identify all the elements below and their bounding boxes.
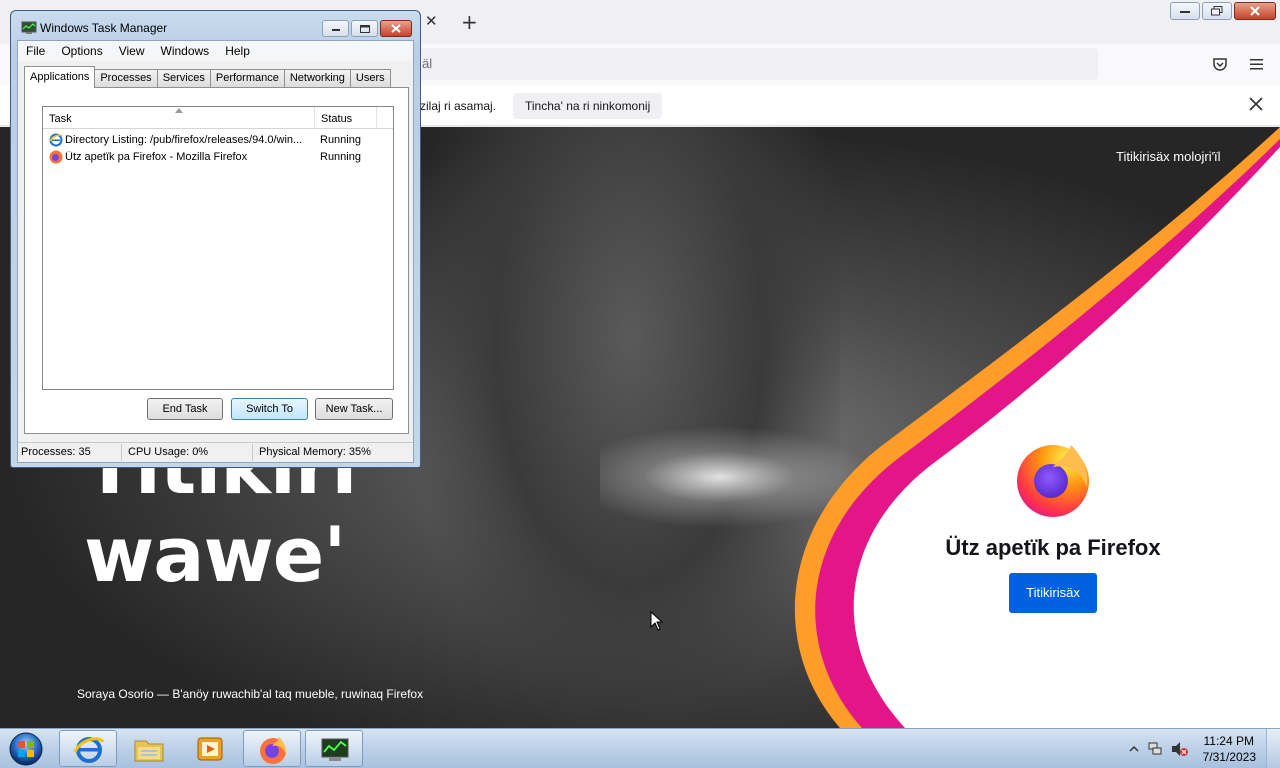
status-divider bbox=[252, 444, 253, 461]
windows-explorer-icon bbox=[134, 740, 164, 762]
taskbar-windows-explorer[interactable] bbox=[120, 730, 178, 767]
task-manager-window: Windows Task Manager File Options View W… bbox=[10, 10, 421, 468]
task-name: Directory Listing: /pub/firefox/releases… bbox=[65, 134, 303, 146]
processes-count: Processes: 35 bbox=[21, 446, 91, 458]
system-tray: 11:24 PM 7/31/2023 bbox=[1120, 729, 1280, 768]
taskbar-media-player[interactable] bbox=[181, 730, 239, 767]
task-status: Running bbox=[320, 151, 361, 163]
task-list-header: Task Status bbox=[43, 107, 393, 129]
menu-options[interactable]: Options bbox=[53, 41, 110, 61]
menu-view[interactable]: View bbox=[111, 41, 153, 61]
show-hidden-icons-icon[interactable] bbox=[1129, 745, 1139, 753]
tab-services[interactable]: Services bbox=[156, 69, 211, 88]
end-task-button[interactable]: End Task bbox=[147, 398, 223, 420]
tab-users[interactable]: Users bbox=[349, 69, 391, 88]
taskbar-task-manager[interactable] bbox=[305, 730, 363, 767]
switch-to-button[interactable]: Switch To bbox=[231, 398, 308, 420]
notification-close-icon[interactable] bbox=[1248, 96, 1264, 112]
window-title: Windows Task Manager bbox=[40, 21, 168, 35]
menu-bar: File Options View Windows Help bbox=[18, 41, 413, 61]
task-manager-body: File Options View Windows Help Applicati… bbox=[17, 40, 414, 463]
close-tab-icon[interactable]: ✕ bbox=[425, 12, 439, 30]
task-list[interactable]: Task Status Directory Listing: /pub/fire… bbox=[42, 106, 394, 390]
mouse-cursor-icon bbox=[650, 611, 664, 631]
clock-date[interactable]: 7/31/2023 bbox=[1203, 750, 1256, 764]
url-text: äl bbox=[422, 56, 433, 71]
clock-time[interactable]: 11:24 PM bbox=[1204, 734, 1254, 748]
tab-performance[interactable]: Performance bbox=[209, 69, 285, 88]
promo-top-link[interactable]: Titikirisäx molojri'ïl bbox=[1116, 149, 1221, 164]
task-row[interactable]: Ütz apetïk pa Firefox - Mozilla Firefox … bbox=[43, 149, 393, 166]
firefox-logo-icon bbox=[1017, 445, 1089, 517]
promo-heading: Ütz apetïk pa Firefox bbox=[945, 535, 1161, 560]
column-status[interactable]: Status bbox=[315, 107, 377, 129]
applications-panel: Task Status Directory Listing: /pub/fire… bbox=[24, 87, 409, 434]
taskbar-firefox[interactable] bbox=[243, 730, 301, 767]
menu-windows[interactable]: Windows bbox=[153, 41, 218, 61]
minimize-button[interactable] bbox=[322, 20, 349, 37]
close-button[interactable] bbox=[1234, 2, 1276, 20]
taskbar-internet-explorer[interactable] bbox=[59, 730, 117, 767]
notification-action-button[interactable]: Tincha' na ri ninkomonij bbox=[513, 93, 663, 119]
network-icon[interactable] bbox=[1147, 741, 1163, 757]
task-row[interactable]: Directory Listing: /pub/firefox/releases… bbox=[43, 132, 393, 149]
restore-button[interactable] bbox=[1202, 2, 1232, 20]
close-button[interactable] bbox=[380, 20, 412, 37]
new-task-button[interactable]: New Task... bbox=[315, 398, 393, 420]
firefox-icon bbox=[49, 150, 63, 164]
url-bar[interactable]: äl bbox=[405, 48, 1098, 80]
volume-muted-icon[interactable] bbox=[1171, 741, 1189, 757]
promo-sign-in-button[interactable]: Titikirisäx bbox=[1009, 573, 1097, 613]
status-divider bbox=[121, 444, 122, 461]
pocket-icon[interactable] bbox=[1212, 56, 1228, 72]
task-status: Running bbox=[320, 134, 361, 146]
minimize-button[interactable] bbox=[1170, 2, 1200, 20]
new-tab-button[interactable]: + bbox=[461, 10, 478, 34]
sort-ascending-icon bbox=[175, 108, 183, 113]
menu-icon[interactable] bbox=[1249, 56, 1265, 72]
tab-networking[interactable]: Networking bbox=[283, 69, 351, 88]
task-name: Ütz apetïk pa Firefox - Mozilla Firefox bbox=[65, 151, 248, 163]
start-button[interactable] bbox=[4, 730, 44, 768]
task-manager-icon bbox=[21, 21, 37, 34]
menu-file[interactable]: File bbox=[18, 41, 53, 61]
physical-memory: Physical Memory: 35% bbox=[259, 446, 371, 458]
tab-strip: Applications Processes Services Performa… bbox=[24, 66, 391, 88]
tab-processes[interactable]: Processes bbox=[94, 69, 158, 88]
cpu-usage: CPU Usage: 0% bbox=[128, 446, 209, 458]
ie-icon bbox=[49, 133, 63, 147]
media-player-icon bbox=[197, 737, 223, 761]
internet-explorer-icon bbox=[73, 737, 105, 763]
status-bar: Processes: 35 CPU Usage: 0% Physical Mem… bbox=[18, 442, 413, 462]
taskbar: 11:24 PM 7/31/2023 bbox=[0, 728, 1280, 768]
task-manager-icon bbox=[321, 738, 349, 761]
firefox-icon bbox=[260, 737, 287, 764]
show-desktop-button[interactable] bbox=[1266, 729, 1280, 768]
window-controls bbox=[322, 20, 412, 37]
tab-applications[interactable]: Applications bbox=[24, 66, 96, 88]
maximize-button[interactable] bbox=[351, 20, 378, 37]
window-controls bbox=[1170, 2, 1276, 20]
notification-text: zilaj ri asamaj. bbox=[420, 99, 497, 113]
menu-help[interactable]: Help bbox=[217, 41, 258, 61]
